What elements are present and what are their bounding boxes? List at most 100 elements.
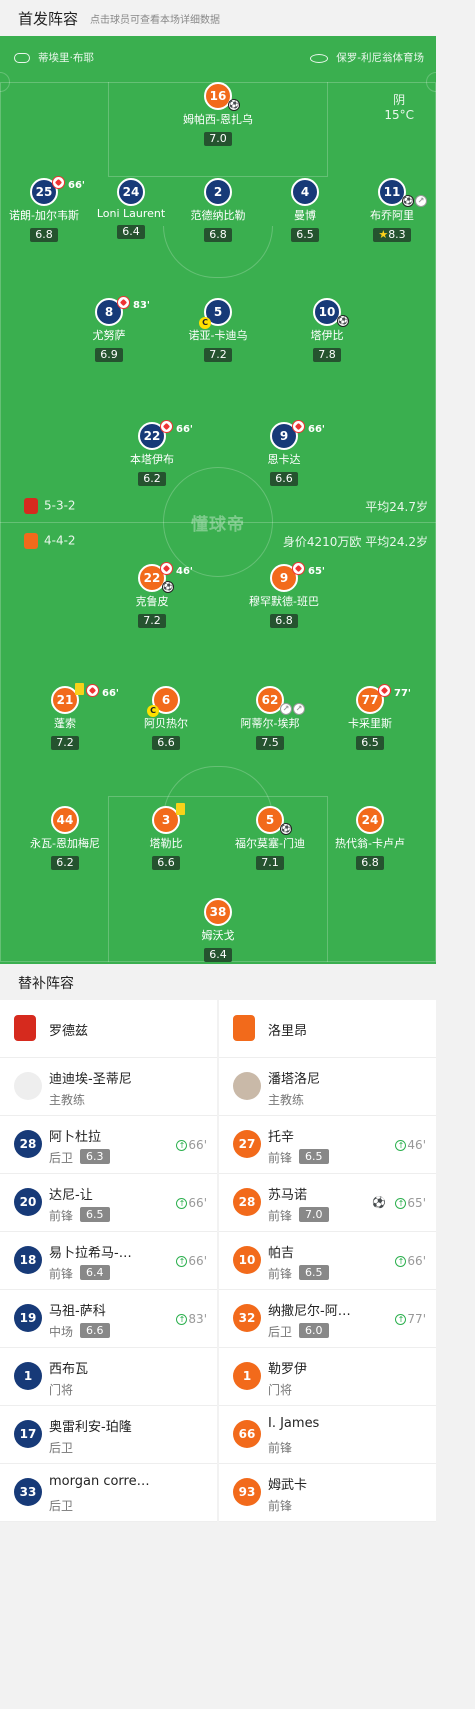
away-player[interactable]: 62 ↗ ↗ 阿蒂尔-埃邦 7.5 xyxy=(215,686,325,750)
yellow-card-icon xyxy=(75,683,84,695)
coach-avatar xyxy=(233,1072,261,1100)
sub-in-icon: ↑ xyxy=(395,1314,407,1325)
header: 首发阵容 点击球员可查看本场详细数据 xyxy=(0,0,436,36)
pitch: 蒂埃里·布耶 保罗-利尼翁体育场 阴 15°C 懂球帝 5-3-2 平均24.7… xyxy=(0,36,436,964)
sub-row[interactable]: 1 勒罗伊 门将 xyxy=(219,1348,436,1406)
player-name: 姆帕西-恩扎乌 xyxy=(183,113,253,126)
sub-number: 19 xyxy=(14,1304,42,1332)
away-subs-column: 洛里昂 潘塔洛尼 主教练 27 托辛 前锋 6.5 ↑ 46' 28 苏马诺 前锋… xyxy=(219,1000,436,1522)
sub-number: 1 xyxy=(233,1362,261,1390)
sub-row[interactable]: 93 姆武卡 前锋 xyxy=(219,1464,436,1522)
away-team-row[interactable]: 洛里昂 xyxy=(219,1000,436,1058)
sub-row[interactable]: 10 帕吉 前锋 6.5 ↑ 66' xyxy=(219,1232,436,1290)
referee-name: 蒂埃里·布耶 xyxy=(38,52,94,64)
player-number-badge: 38 xyxy=(204,898,232,926)
assist-icon: ↗ xyxy=(293,703,305,715)
home-avg-age: 平均24.7岁 xyxy=(365,500,428,514)
player-name: 阿贝热尔 xyxy=(144,717,188,730)
page-title: 首发阵容 xyxy=(18,10,79,28)
sub-name: 易卜拉希马-… xyxy=(49,1246,132,1261)
sub-position: 门将 xyxy=(49,1383,74,1397)
sub-name: 阿卜杜拉 xyxy=(49,1130,102,1145)
away-player[interactable]: 44 永瓦-恩加梅尼 6.2 xyxy=(10,806,120,870)
sub-number: 28 xyxy=(233,1188,261,1216)
sub-position: 前锋 xyxy=(49,1209,74,1223)
sub-name: 西布瓦 xyxy=(49,1362,89,1377)
sub-row[interactable]: 19 马祖-萨科 中场 6.6 ↑ 83' xyxy=(0,1290,217,1348)
sub-out-icon xyxy=(86,684,99,697)
player-number-badge: 3 xyxy=(152,803,185,834)
away-player[interactable]: 3 塔勒比 6.6 xyxy=(111,803,221,870)
player-number-badge: 4 xyxy=(291,178,319,206)
sub-number: 66 xyxy=(233,1420,261,1448)
sub-number: 32 xyxy=(233,1304,261,1332)
sub-row[interactable]: 27 托辛 前锋 6.5 ↑ 46' xyxy=(219,1116,436,1174)
sub-row[interactable]: 28 阿卜杜拉 后卫 6.3 ↑ 66' xyxy=(0,1116,217,1174)
home-player[interactable]: 5C 诺亚-卡迪乌 7.2 xyxy=(163,298,273,362)
away-player-gk[interactable]: 38 姆沃戈 6.4 xyxy=(163,898,273,962)
away-player[interactable]: 24 热代翁-卡卢卢 6.8 xyxy=(315,806,425,870)
sub-row[interactable]: 28 苏马诺 前锋 7.0 ⚽ ↑ 65' xyxy=(219,1174,436,1232)
away-player[interactable]: 6C 阿贝热尔 6.6 xyxy=(111,686,221,750)
sub-rating: 6.3 xyxy=(80,1149,110,1164)
sub-position: 门将 xyxy=(268,1383,293,1397)
home-player[interactable]: 10 ⚽ 塔伊比 7.8 xyxy=(272,298,382,362)
sub-number: 28 xyxy=(14,1130,42,1158)
player-rating: 6.9 xyxy=(95,348,123,362)
sub-row[interactable]: 66 I. James 前锋 xyxy=(219,1406,436,1464)
home-player-gk[interactable]: 16 ⚽ 姆帕西-恩扎乌 7.0 xyxy=(163,82,273,146)
player-rating: 6.8 xyxy=(270,614,298,628)
player-rating: 6.8 xyxy=(356,856,384,870)
player-rating: 7.2 xyxy=(51,736,79,750)
player-name: 塔勒比 xyxy=(149,837,183,850)
sub-number: 20 xyxy=(14,1188,42,1216)
home-player[interactable]: 22 66' 本塔伊布 6.2 xyxy=(97,420,207,486)
away-team-name: 洛里昂 xyxy=(268,1024,308,1039)
away-player[interactable]: 9 65' 穆罕默德-班巴 6.8 xyxy=(229,562,339,628)
sub-in-icon: ↑ xyxy=(176,1256,188,1267)
player-number-badge: 22 46' ⚽ xyxy=(138,562,193,593)
away-coach-row[interactable]: 潘塔洛尼 主教练 xyxy=(219,1058,436,1116)
home-team-row[interactable]: 罗德兹 xyxy=(0,1000,217,1058)
away-player[interactable]: 22 46' ⚽ 克鲁皮 7.2 xyxy=(97,562,207,628)
sub-out-icon xyxy=(160,562,173,575)
sub-position: 前锋 xyxy=(49,1267,74,1281)
player-number-badge: 44 xyxy=(51,806,79,834)
player-rating: ★8.3 xyxy=(373,228,411,242)
sub-in-icon: ↑ xyxy=(176,1314,188,1325)
home-crest-icon xyxy=(24,498,38,514)
home-coach-row[interactable]: 迪迪埃-圣蒂尼 主教练 xyxy=(0,1058,217,1116)
stadium-icon xyxy=(310,53,329,63)
sub-rating: 6.0 xyxy=(299,1323,329,1338)
sub-row[interactable]: 17 奥雷利安-珀隆 后卫 xyxy=(0,1406,217,1464)
home-player[interactable]: 9 66' 恩卡达 6.6 xyxy=(229,420,339,486)
sub-row[interactable]: 18 易卜拉希马-… 前锋 6.4 ↑ 66' xyxy=(0,1232,217,1290)
player-number-badge: 62 ↗ ↗ xyxy=(256,686,305,715)
sub-in-time: ↑ 66' xyxy=(395,1254,426,1268)
sub-out-icon xyxy=(292,562,305,575)
sub-row[interactable]: 1 西布瓦 门将 xyxy=(0,1348,217,1406)
home-player[interactable]: 8 83' 尤努萨 6.9 xyxy=(54,296,164,362)
home-player[interactable]: 11 ⚽ ↗ 布乔阿里 ★8.3 xyxy=(337,178,436,242)
sub-row[interactable]: 33 morgan corre… 后卫 xyxy=(0,1464,217,1522)
away-player[interactable]: 21 66' 蓬索 7.2 xyxy=(10,683,120,750)
whistle-icon xyxy=(14,53,30,63)
away-player[interactable]: 77 77' 卡采里斯 6.5 xyxy=(315,684,425,750)
sub-position: 后卫 xyxy=(49,1151,74,1165)
stadium: 保罗-利尼翁体育场 xyxy=(310,50,424,65)
sub-position: 前锋 xyxy=(268,1499,293,1513)
player-rating: 7.8 xyxy=(313,348,341,362)
away-market-value: 身价4210万欧 xyxy=(282,535,362,549)
stadium-name: 保罗-利尼翁体育场 xyxy=(336,52,424,64)
coach-avatar-placeholder-icon xyxy=(14,1072,42,1100)
away-player[interactable]: 5 ⚽ 福尔莫塞-门迪 7.1 xyxy=(215,806,325,870)
player-rating: 6.8 xyxy=(204,228,232,242)
sub-rating: 6.4 xyxy=(80,1265,110,1280)
sub-out-icon xyxy=(378,684,391,697)
sub-row[interactable]: 20 达尼-让 前锋 6.5 ↑ 66' xyxy=(0,1174,217,1232)
goal-ball-icon: ⚽ xyxy=(228,99,240,111)
sub-row[interactable]: 32 纳撒尼尔-阿… 后卫 6.0 ↑ 77' xyxy=(219,1290,436,1348)
player-number-badge: 5C xyxy=(199,298,232,329)
sub-position: 后卫 xyxy=(268,1325,293,1339)
sub-rating: 6.5 xyxy=(299,1149,329,1164)
